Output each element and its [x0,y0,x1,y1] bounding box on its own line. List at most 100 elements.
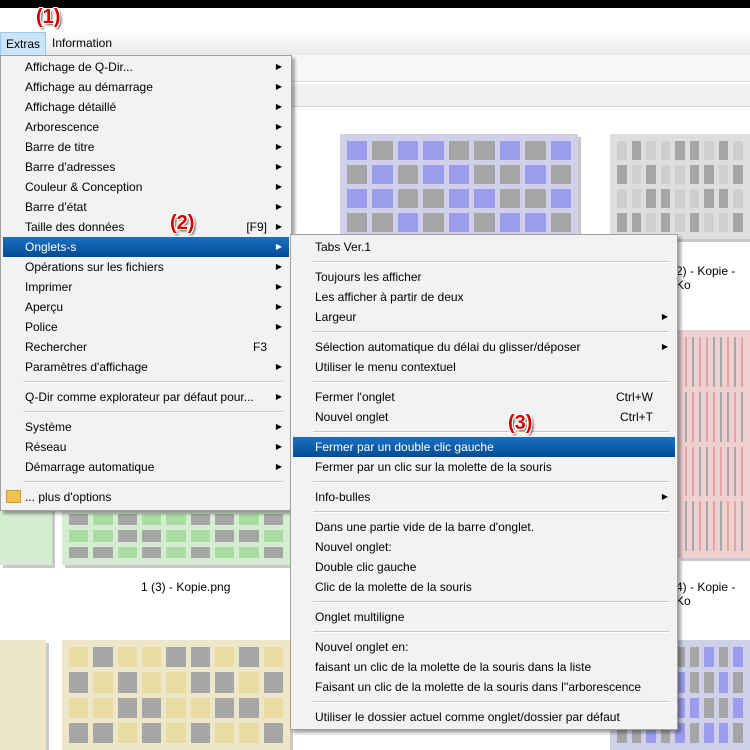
menu-item-label: Opérations sur les fichiers [25,260,164,274]
tabs-menu-item-largeur[interactable]: Largeur ▶ [293,307,675,327]
submenu-arrow-icon: ▶ [275,392,282,401]
menu-item-label: Dans une partie vide de la barre d'ongle… [315,520,535,534]
tabs-menu-item-utiliser-le-menu-contextuel[interactable]: Utiliser le menu contextuel [293,357,675,377]
top-black-bar [0,0,750,8]
menu-item-label: Utiliser le dossier actuel comme onglet/… [315,710,620,724]
menu-item-label: Toujours les afficher [315,270,422,284]
extras-menu: Affichage de Q-Dir... ▶ Affichage au démar… [0,55,292,511]
tabs-menu-item-nouvel-onglet-en[interactable]: Nouvel onglet en: [293,637,675,657]
extras-menu-item-operations-sur-les-fichiers[interactable]: Opérations sur les fichiers ▶ [3,257,289,277]
extras-menu-item-onglets-s[interactable]: Onglets-s ▶ [3,237,289,257]
tabs-menu-item-double-clic-gauche[interactable]: Double clic gauche [293,557,675,577]
extras-menu-item-barre-de-titre[interactable]: Barre de titre ▶ [3,137,289,157]
submenu-arrow-icon: ▶ [661,342,668,351]
menu-extras[interactable]: Extras [0,32,47,56]
menu-item-label: Fermer l'onglet [315,390,395,404]
menu-item-label: Fermer par un double clic gauche [315,440,494,454]
extras-menu-item-plus-d-options[interactable]: ... plus d'options [3,487,289,507]
tabs-menu-item-onglet-multiligne[interactable]: Onglet multiligne [293,607,675,627]
thumbnail-gray-top[interactable] [610,134,750,239]
menu-item-label: Largeur [315,310,357,324]
extras-menu-item-taille-des-donnees[interactable]: Taille des données [F9] ▶ [3,217,289,237]
submenu-arrow-icon: ▶ [275,422,282,431]
menu-item-label: Taille des données [25,220,125,234]
extras-menu-item-apercu[interactable]: Aperçu ▶ [3,297,289,317]
thumbnail-grid [617,141,743,232]
menu-separator [23,381,283,383]
extras-menu-item-parametres-d-affichage[interactable]: Paramètres d'affichage ▶ [3,357,289,377]
thumbnail-red[interactable] [678,330,750,558]
menu-item-label: Affichage de Q-Dir... [25,60,133,74]
tabs-menu-item-les-afficher-a-partir-de-deux[interactable]: Les afficher à partir de deux [293,287,675,307]
tabs-menu-item-tabs-ver-1[interactable]: Tabs Ver.1 [293,237,675,257]
extras-menu-item-barre-d-etat[interactable]: Barre d'état ▶ [3,197,289,217]
submenu-arrow-icon: ▶ [275,302,282,311]
extras-menu-item-affichage-au-demarrage[interactable]: Affichage au démarrage ▶ [3,77,289,97]
menu-item-label: Imprimer [25,280,73,294]
annotation-3: (3) [508,412,533,434]
menu-separator [313,261,669,263]
thumbnail-grid [347,141,571,232]
tabs-menu-item-faisant-un-clic-de-la-molette-de-la-sour[interactable]: Faisant un clic de la molette de la sour… [293,677,675,697]
tabs-menu-item-toujours-les-afficher[interactable]: Toujours les afficher [293,267,675,287]
submenu-arrow-icon: ▶ [275,462,282,471]
menu-item-label: Les afficher à partir de deux [315,290,464,304]
tabs-menu-item-faisant-un-clic-de-la-molette-de-la-sour[interactable]: faisant un clic de la molette de la sour… [293,657,675,677]
tabs-menu-item-clic-de-la-molette-de-la-souris[interactable]: Clic de la molette de la souris [293,577,675,597]
menu-item-label: Sélection automatique du délai du glisse… [315,340,581,354]
menu-item-label: Onglet multiligne [315,610,405,624]
tabs-menu-item-dans-une-partie-vide-de-la-barre-d-ongle[interactable]: Dans une partie vide de la barre d'ongle… [293,517,675,537]
submenu-arrow-icon: ▶ [275,222,282,231]
menu-item-label: Utiliser le menu contextuel [315,360,456,374]
tabs-menu-item-fermer-l-onglet[interactable]: Fermer l'onglet Ctrl+W [293,387,675,407]
extras-menu-item-police[interactable]: Police ▶ [3,317,289,337]
tabs-menu-item-utiliser-le-dossier-actuel-comme-onglet-[interactable]: Utiliser le dossier actuel comme onglet/… [293,707,675,727]
menu-information[interactable]: Information [47,32,117,55]
tabs-menu-item-fermer-par-un-double-clic-gauche[interactable]: Fermer par un double clic gauche [293,437,675,457]
tabs-menu-item-nouvel-onglet[interactable]: Nouvel onglet Ctrl+T [293,407,675,427]
menu-item-label: Q-Dir comme explorateur par défaut pour.… [25,390,254,404]
tabs-menu-item-info-bulles[interactable]: Info-bulles ▶ [293,487,675,507]
menu-item-label: Aperçu [25,300,64,314]
extras-menu-item-reseau[interactable]: Réseau ▶ [3,437,289,457]
extras-menu-item-barre-d-adresses[interactable]: Barre d'adresses ▶ [3,157,289,177]
tabs-menu-item-fermer-par-un-clic-sur-la-molette-de-la-[interactable]: Fermer par un clic sur la molette de la … [293,457,675,477]
menu-item-label: Paramètres d'affichage [25,360,148,374]
extras-menu-item-imprimer[interactable]: Imprimer ▶ [3,277,289,297]
menu-item-label: Barre d'état [25,200,87,214]
menu-item-label: Clic de la molette de la souris [315,580,472,594]
extras-menu-item-demarrage-automatique[interactable]: Démarrage automatique ▶ [3,457,289,477]
menu-item-label: faisant un clic de la molette de la sour… [315,660,592,674]
extras-menu-item-couleur-conception[interactable]: Couleur & Conception ▶ [3,177,289,197]
menu-separator [313,631,669,633]
extras-menu-item-rechercher[interactable]: Rechercher F3 [3,337,289,357]
tabs-submenu: Tabs Ver.1 Toujours les afficher Les affic… [290,234,678,730]
extras-menu-item-systeme[interactable]: Système ▶ [3,417,289,437]
menu-separator [23,481,283,483]
annotation-1: (1) [36,6,61,28]
extras-menu-item-arborescence[interactable]: Arborescence ▶ [3,117,289,137]
thumbnail-yellow-left[interactable] [0,640,46,750]
menu-item-shortcut: F3 [252,340,267,354]
menu-item-shortcut: Ctrl+W [616,390,653,404]
tabs-menu-item-nouvel-onglet[interactable]: Nouvel onglet: [293,537,675,557]
menu-item-label: Barre de titre [25,140,95,154]
submenu-arrow-icon: ▶ [275,322,282,331]
extras-menu-item-affichage-detaille[interactable]: Affichage détaillé ▶ [3,97,289,117]
submenu-arrow-icon: ▶ [275,102,282,111]
tabs-menu-item-selection-automatique-du-delai-du-glisse[interactable]: Sélection automatique du délai du glisse… [293,337,675,357]
extras-menu-item-affichage-de-q-dir[interactable]: Affichage de Q-Dir... ▶ [3,57,289,77]
thumbnail-grid [7,647,39,743]
menu-separator [313,331,669,333]
thumbnail-blue-top[interactable] [340,134,578,239]
menu-item-label: Nouvel onglet [315,410,389,424]
annotation-2: (2) [170,212,195,234]
submenu-arrow-icon: ▶ [275,202,282,211]
submenu-arrow-icon: ▶ [275,262,282,271]
submenu-arrow-icon: ▶ [661,492,668,501]
thumbnail-caption: 2) - Kopie - Ko [676,264,736,292]
menu-separator [313,431,669,433]
menu-item-label: Réseau [25,440,67,454]
extras-menu-item-q-dir-comme-explorateur-par-defaut-pour[interactable]: Q-Dir comme explorateur par défaut pour.… [3,387,289,407]
thumbnail-yellow-mid[interactable] [62,640,290,750]
